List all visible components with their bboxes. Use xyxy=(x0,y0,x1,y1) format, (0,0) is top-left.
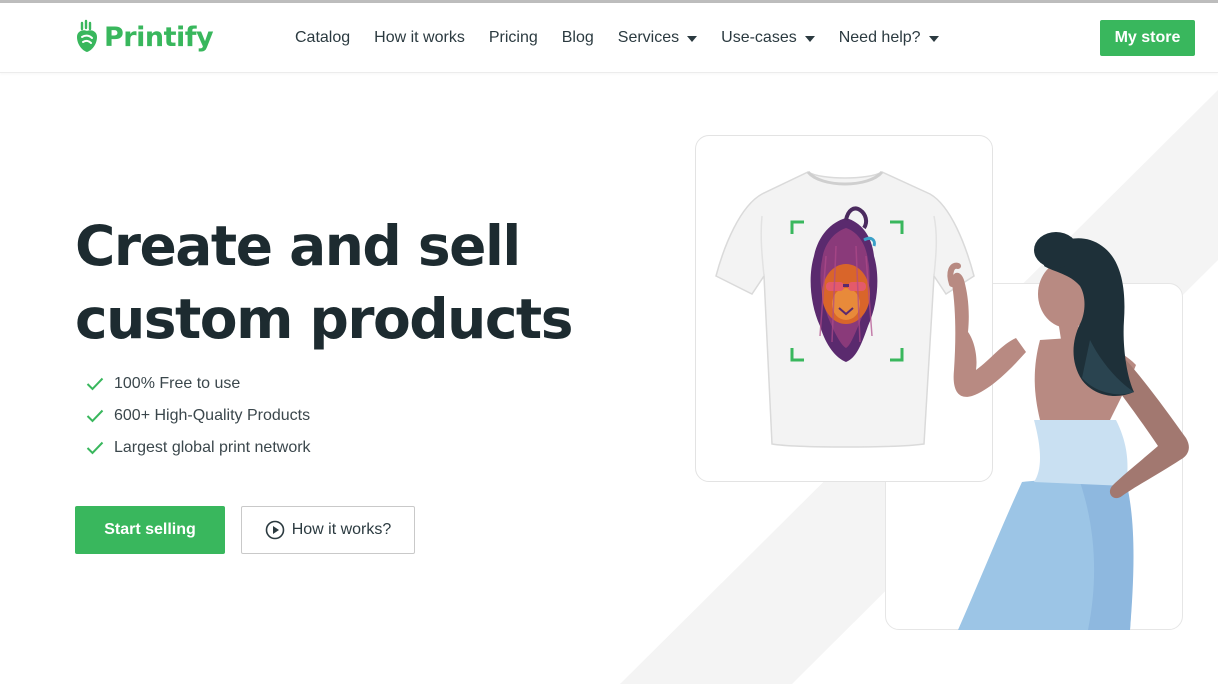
caret-down-icon xyxy=(804,36,815,42)
checkmark-icon xyxy=(86,441,104,455)
nav-blog-label: Blog xyxy=(561,29,594,46)
nav-catalog[interactable]: Catalog xyxy=(295,29,350,47)
play-circle-icon xyxy=(265,520,285,540)
woman-pointing-illustration xyxy=(947,232,1189,630)
nav-use-cases-dropdown[interactable]: Use-cases xyxy=(721,29,815,47)
nav-how-it-works-label: How it works xyxy=(374,29,465,46)
printify-logo-icon xyxy=(74,19,100,55)
nav-how-it-works[interactable]: How it works xyxy=(374,29,465,47)
how-it-works-label: How it works? xyxy=(291,521,392,538)
nav-pricing[interactable]: Pricing xyxy=(489,29,538,47)
hero-title: Create and sell custom products xyxy=(75,210,573,356)
nav-pricing-label: Pricing xyxy=(488,29,538,46)
start-selling-button[interactable]: Start selling xyxy=(75,506,225,554)
nav-catalog-label: Catalog xyxy=(295,29,351,46)
feature-list: 100% Free to use 600+ High-Quality Produ… xyxy=(86,368,311,464)
nav-need-help-dropdown[interactable]: Need help? xyxy=(839,29,939,47)
checkmark-icon xyxy=(86,377,104,391)
nav-blog[interactable]: Blog xyxy=(562,29,594,47)
checkmark-icon xyxy=(86,409,104,423)
caret-down-icon xyxy=(928,36,939,42)
main-nav: Catalog How it works Pricing Blog Servic… xyxy=(295,29,963,47)
hero-title-line2: custom products xyxy=(75,287,573,351)
feature-label: 600+ High-Quality Products xyxy=(114,407,311,424)
caret-down-icon xyxy=(687,36,698,42)
my-store-button[interactable]: My store xyxy=(1100,20,1195,56)
hero-title-line1: Create and sell xyxy=(75,214,521,278)
feature-label: Largest global print network xyxy=(114,439,311,456)
feature-label: 100% Free to use xyxy=(114,375,241,392)
nav-need-help-label: Need help? xyxy=(838,29,921,46)
nav-use-cases-label: Use-cases xyxy=(721,29,797,46)
nav-services-label: Services xyxy=(617,29,680,46)
feature-item: Largest global print network xyxy=(86,432,311,464)
logo-link[interactable]: Printify xyxy=(74,19,214,55)
feature-item: 100% Free to use xyxy=(86,368,311,400)
how-it-works-button[interactable]: How it works? xyxy=(241,506,415,554)
nav-services-dropdown[interactable]: Services xyxy=(617,29,698,47)
site-header: Printify Catalog How it works Pricing Bl… xyxy=(0,3,1218,73)
brand-name: Printify xyxy=(104,21,214,53)
feature-item: 600+ High-Quality Products xyxy=(86,400,311,432)
